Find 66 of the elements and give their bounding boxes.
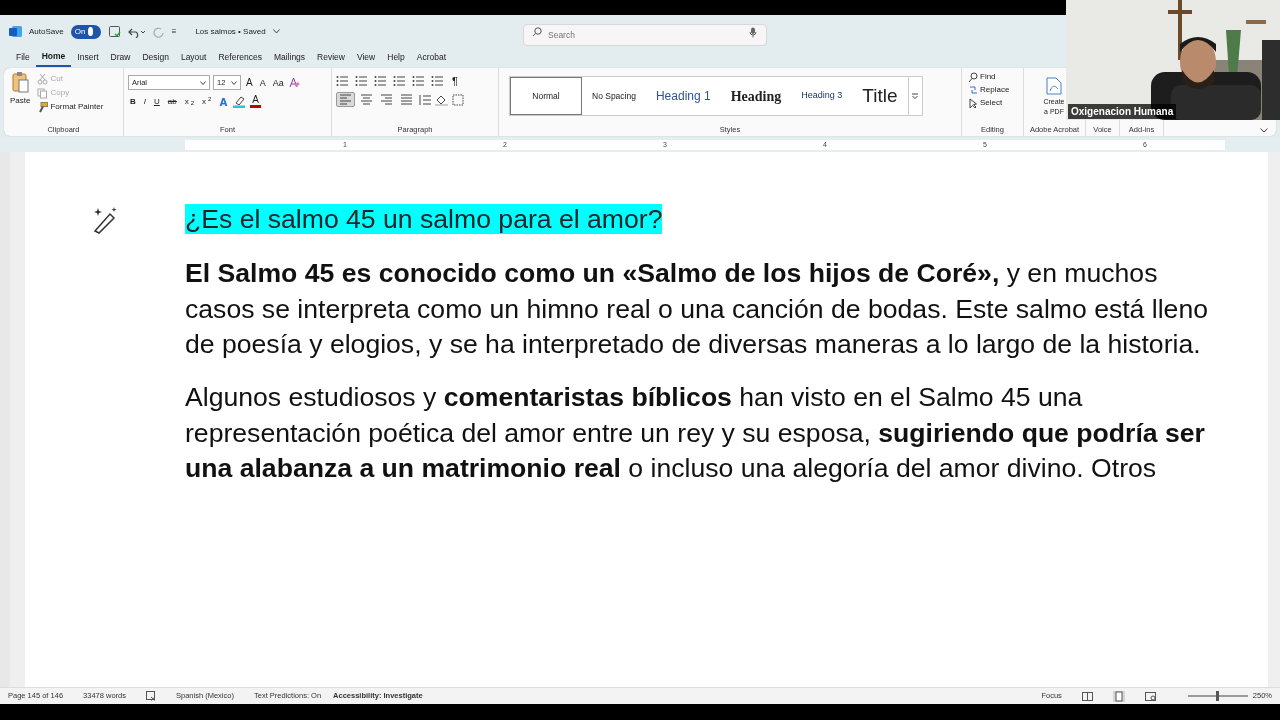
ribbon-tab[interactable]: View — [350, 50, 382, 66]
format-painter-button[interactable]: Format Painter — [35, 101, 106, 113]
paste-button[interactable]: Paste — [8, 71, 33, 124]
shading-icon[interactable] — [435, 93, 449, 106]
ribbon-tab[interactable]: Insert — [71, 50, 105, 66]
format-button[interactable]: x$_{2}$ — [182, 95, 197, 108]
format-button[interactable]: x$^{2}$ — [200, 95, 214, 108]
ribbon-tab[interactable]: Mailings — [267, 50, 312, 66]
text-effects-button[interactable]: A — [217, 95, 230, 108]
collapse-ribbon-button[interactable] — [1258, 128, 1270, 133]
caret-icon — [200, 80, 206, 85]
chevron-icon — [1260, 128, 1268, 133]
save-icon[interactable] — [107, 25, 121, 38]
ribbon-tab[interactable]: Review — [311, 50, 351, 66]
document-paragraph: Algunos estudiosos y comentaristas bíblicos han visto en el Salmo 45 una representación poética del amor entre un rey y su esposa, sugiriendo que podría ser una alabanza a un matrimonio real o incluso una alegoría del amor divino. Otros — [185, 381, 1206, 485]
ribbon-tab[interactable]: Design — [136, 50, 175, 66]
ribbon-tab[interactable]: Help — [381, 50, 411, 66]
align-icon — [360, 93, 373, 106]
document-title[interactable]: Los salmos • Saved — [195, 25, 266, 38]
paintbrush-icon — [37, 101, 49, 113]
ribbon-tab[interactable]: Layout — [174, 50, 213, 66]
select-button[interactable]: Select — [966, 97, 1019, 109]
cut-icon — [37, 73, 49, 85]
find-button[interactable]: Find — [966, 71, 1019, 83]
web-layout-icon[interactable] — [1144, 691, 1156, 701]
grow-font-button[interactable]: A — [244, 76, 255, 89]
read-mode-icon[interactable] — [1081, 691, 1093, 701]
document-heading: ¿Es el salmo 45 un salmo para el amor? — [185, 204, 663, 234]
customize-toolbar-button[interactable]: ≡ — [171, 25, 177, 38]
copy-icon — [37, 87, 49, 99]
zoom-slider-thumb[interactable] — [1216, 691, 1220, 701]
microphone-icon[interactable] — [749, 27, 757, 38]
show-formatting-button[interactable]: ¶ — [450, 75, 460, 87]
ribbon-tab[interactable]: File — [10, 50, 36, 66]
format-button[interactable]: U — [152, 95, 162, 108]
print-layout-icon[interactable] — [1112, 690, 1125, 702]
search-field[interactable]: Search — [523, 24, 767, 46]
clear-formatting-icon[interactable] — [288, 77, 300, 88]
format-button[interactable]: B — [128, 95, 138, 108]
shrink-font-button[interactable]: A — [257, 76, 268, 89]
ribbon-tab[interactable]: Draw — [104, 50, 137, 66]
font-color-button[interactable]: A — [250, 95, 261, 108]
caret-icon[interactable] — [272, 29, 280, 34]
search-icon — [532, 27, 542, 37]
align-icon — [339, 93, 352, 106]
format-button[interactable]: I — [141, 95, 148, 108]
highlighter-icon[interactable] — [233, 95, 247, 108]
caret-icon — [912, 93, 918, 99]
format-button[interactable]: ab — [165, 95, 179, 108]
ribbon-tab[interactable]: References — [212, 50, 268, 66]
autosave-toggle[interactable]: On — [70, 24, 101, 39]
align-icon — [380, 93, 393, 106]
participant-name: Oxigenacion Humana — [1068, 104, 1177, 119]
change-case-button[interactable]: Aa — [270, 76, 286, 89]
ribbon-tab[interactable]: Acrobat — [410, 50, 453, 66]
app-logo-icon[interactable] — [9, 25, 22, 38]
proofing-icon[interactable] — [146, 691, 156, 701]
bullets-icon[interactable] — [336, 75, 349, 87]
replace-button[interactable]: Replace — [966, 84, 1019, 96]
clipboard-icon — [11, 71, 30, 93]
style-option[interactable]: Normal — [510, 77, 582, 115]
autosave-label: AutoSave — [29, 25, 64, 38]
pdf-icon — [1046, 77, 1062, 95]
caret-icon — [231, 80, 237, 85]
align-icon — [400, 93, 413, 106]
document-paragraph: El Salmo 45 es conocido como un «Salmo de los hijos de Coré», y en muchos casos se interpreta como un himno real o una canción de bodas. Este salmo está lleno de poesía y elogios, y se ha interpretado de diversas maneras a lo largo de la historia. — [185, 257, 1209, 361]
